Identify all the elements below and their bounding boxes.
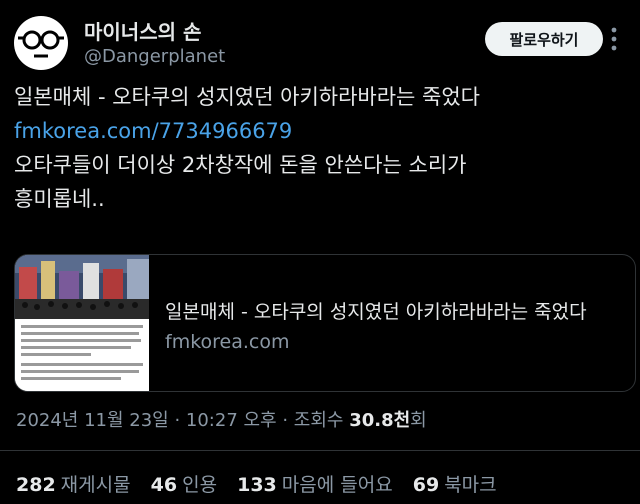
glasses-face-icon (18, 30, 64, 58)
retweets-stat[interactable]: 282 재게시물 (16, 474, 131, 496)
author-handle[interactable]: @Dangerplanet (84, 46, 225, 67)
likes-count: 133 (237, 474, 277, 496)
tweet-link[interactable]: fmkorea.com/7734966679 (14, 119, 292, 143)
quotes-count: 46 (150, 474, 178, 496)
divider (0, 450, 640, 451)
tweet-meta: 2024년 11월 23일 · 10:27 오후 · 조회수 30.8천회 (16, 406, 427, 432)
link-preview-card[interactable]: 일본매체 - 오타쿠의 성지였던 아키하라바라는 죽었다 fmkorea.com (14, 254, 636, 392)
card-thumbnail (15, 255, 149, 391)
bookmarks-label: 북마크 (444, 474, 497, 496)
tweet-line: 오타쿠들이 더이상 2차창작에 돈을 안쓴다는 소리가 (14, 153, 467, 177)
author-name[interactable]: 마이너스의 손 (84, 16, 201, 45)
retweets-label: 재게시물 (60, 474, 131, 496)
tweet-body: 일본매체 - 오타쿠의 성지였던 아키하라바라는 죽었다 fmkorea.com… (14, 80, 614, 216)
tweet-line: 흥미롭네.. (14, 187, 105, 211)
street-scene-image (15, 255, 149, 391)
more-icon[interactable] (602, 24, 626, 54)
view-suffix: 회 (410, 410, 427, 431)
bookmarks-stat[interactable]: 69 북마크 (413, 474, 497, 496)
card-title: 일본매체 - 오타쿠의 성지였던 아키하라바라는 죽었다 (165, 301, 587, 323)
view-count: 30.8천 (349, 410, 411, 431)
tweet-header: 마이너스의 손 @Dangerplanet 팔로우하기 (14, 12, 626, 72)
bookmarks-count: 69 (412, 474, 440, 496)
likes-label: 마음에 들어요 (281, 474, 393, 496)
tweet-stats: 282 재게시물 46 인용 133 마음에 들어요 69 북마크 (16, 470, 511, 497)
retweets-count: 282 (16, 474, 56, 496)
card-domain: fmkorea.com (165, 331, 290, 353)
quotes-stat[interactable]: 46 인용 (151, 474, 217, 496)
likes-stat[interactable]: 133 마음에 들어요 (237, 474, 393, 496)
tweet-datetime[interactable]: 2024년 11월 23일 · 10:27 오후 · 조회수 (16, 410, 349, 431)
tweet-line: 일본매체 - 오타쿠의 성지였던 아키하라바라는 죽었다 (14, 85, 480, 109)
quotes-label: 인용 (182, 474, 218, 496)
follow-button[interactable]: 팔로우하기 (485, 22, 603, 56)
avatar[interactable] (14, 16, 68, 70)
